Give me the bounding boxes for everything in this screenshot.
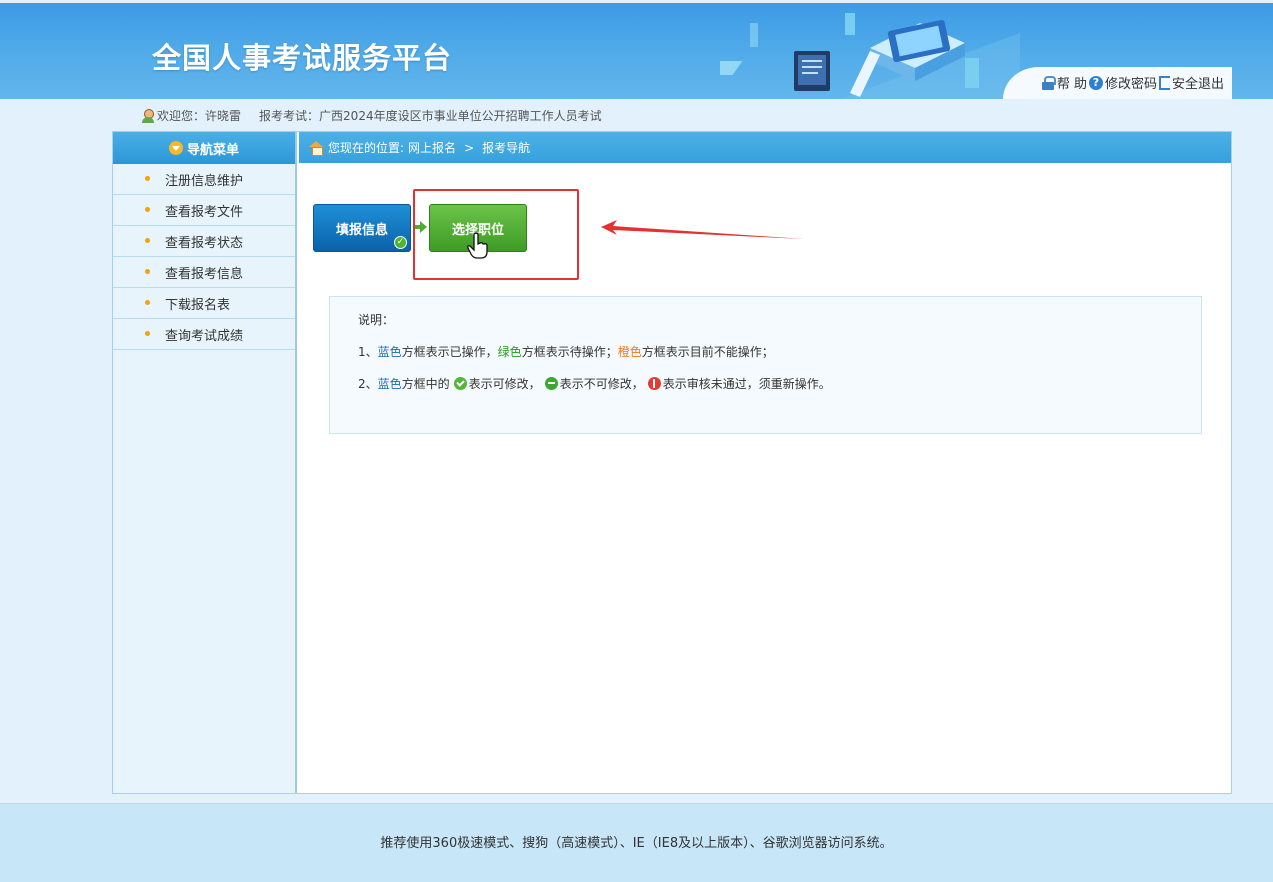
instruction-line-1: 1、 蓝色 方框表示已操作， 绿色 方框表示待操作； 橙色 方框表示目前不能操作… bbox=[358, 343, 1201, 360]
top-links: 帮 助 ? 修改密码 安全退出 bbox=[1002, 67, 1232, 99]
instruction-text: 方框表示目前不能操作； bbox=[641, 345, 774, 359]
main-panel: 您现在的位置: 网上报名 > 报考导航 填报信息 ✓ 选择职位 说明： 1、 蓝 bbox=[299, 132, 1231, 793]
logout-link[interactable]: 安全退出 bbox=[1158, 73, 1224, 92]
exam-label: 报考考试： bbox=[259, 109, 320, 123]
rejected-alert-icon bbox=[647, 377, 661, 390]
blue-word: 蓝色 bbox=[377, 377, 402, 391]
chevron-down-icon bbox=[168, 141, 183, 155]
site-title: 全国人事考试服务平台 bbox=[152, 41, 453, 75]
highlight-box bbox=[413, 189, 579, 280]
help-link[interactable]: 帮 助 bbox=[1041, 73, 1087, 92]
instruction-text: 方框表示已操作， bbox=[401, 345, 498, 359]
lock-icon bbox=[1041, 75, 1056, 90]
step-fill-info-button[interactable]: 填报信息 ✓ bbox=[313, 204, 411, 252]
annotation-arrow bbox=[601, 220, 804, 239]
step-fill-info-label: 填报信息 bbox=[335, 222, 388, 238]
header: 全国人事考试服务平台 帮 助 ? 修改密码 安全退出 bbox=[0, 3, 1273, 99]
browser-recommendation: 推荐使用360极速模式、搜狗（高速模式）、IE（IE8及以上版本）、谷歌浏览器访… bbox=[380, 836, 893, 851]
sidebar-item-exam-scores[interactable]: 查询考试成绩 bbox=[113, 319, 295, 350]
sidebar-title: 导航菜单 bbox=[186, 142, 239, 158]
breadcrumb-online-registration[interactable]: 网上报名 bbox=[408, 139, 456, 156]
exit-icon bbox=[1158, 75, 1170, 90]
check-icon: ✓ bbox=[394, 236, 407, 249]
sidebar-item-application-status[interactable]: 查看报考状态 bbox=[113, 226, 295, 257]
sidebar-item-label: 查询考试成绩 bbox=[165, 328, 244, 344]
bullet-icon bbox=[145, 269, 150, 274]
not-editable-minus-icon bbox=[544, 377, 558, 390]
footer: 推荐使用360极速模式、搜狗（高速模式）、IE（IE8及以上版本）、谷歌浏览器访… bbox=[0, 803, 1273, 882]
instructions-panel: 说明： 1、 蓝色 方框表示已操作， 绿色 方框表示待操作； 橙色 方框表示目前… bbox=[329, 296, 1202, 434]
instruction-text: 方框表示待操作； bbox=[521, 345, 618, 359]
green-word: 绿色 bbox=[497, 345, 522, 359]
breadcrumb-current: 报考导航 bbox=[482, 141, 531, 155]
bullet-icon bbox=[145, 238, 150, 243]
nav-menu: 注册信息维护 查看报考文件 查看报考状态 查看报考信息 下载报名表 查询考试成绩 bbox=[113, 164, 295, 350]
line-number: 2、 bbox=[358, 377, 378, 391]
sidebar-item-download-form[interactable]: 下载报名表 bbox=[113, 288, 295, 319]
logout-label: 安全退出 bbox=[1171, 77, 1224, 92]
sidebar-item-label: 下载报名表 bbox=[165, 297, 231, 313]
blue-word: 蓝色 bbox=[377, 345, 402, 359]
instruction-text: 方框中的 bbox=[401, 377, 450, 391]
sidebar-item-label: 查看报考文件 bbox=[165, 204, 244, 220]
instruction-line-2: 2、 蓝色 方框中的 表示可修改， 表示不可修改， 表示审核未通过，须重新操作。 bbox=[358, 375, 1201, 392]
sidebar-item-application-info[interactable]: 查看报考信息 bbox=[113, 257, 295, 288]
instruction-text: 表示审核未通过，须重新操作。 bbox=[662, 377, 831, 391]
instruction-text: 表示不可修改， bbox=[559, 377, 644, 391]
line-number: 1、 bbox=[358, 345, 378, 359]
header-illustration bbox=[720, 13, 1020, 99]
help-link-label: 帮 助 bbox=[1056, 77, 1087, 92]
bullet-icon bbox=[145, 207, 150, 212]
question-icon: ? bbox=[1088, 75, 1103, 90]
breadcrumb-prefix: 您现在的位置: bbox=[328, 141, 405, 155]
sidebar: 导航菜单 注册信息维护 查看报考文件 查看报考状态 查看报考信息 下载报名表 查… bbox=[113, 132, 297, 793]
user-info-bar: 欢迎您： 许晓雷 报考考试： 广西2024年度设区市事业单位公开招聘工作人员考试 bbox=[112, 101, 1232, 130]
breadcrumb: 您现在的位置: 网上报名 > 报考导航 bbox=[299, 132, 1231, 163]
sidebar-item-label: 注册信息维护 bbox=[165, 173, 244, 189]
breadcrumb-separator: > bbox=[464, 140, 475, 155]
sidebar-item-exam-documents[interactable]: 查看报考文件 bbox=[113, 195, 295, 226]
change-password-link[interactable]: ? 修改密码 bbox=[1088, 73, 1157, 92]
sidebar-item-label: 查看报考信息 bbox=[165, 266, 244, 282]
user-name: 许晓雷 bbox=[205, 109, 242, 123]
instruction-text: 表示可修改， bbox=[468, 377, 541, 391]
bullet-icon bbox=[145, 331, 150, 336]
welcome-label: 欢迎您： bbox=[157, 109, 206, 123]
sidebar-item-label: 查看报考状态 bbox=[165, 235, 244, 251]
orange-word: 橙色 bbox=[617, 345, 642, 359]
user-icon bbox=[142, 108, 154, 123]
sidebar-header: 导航菜单 bbox=[113, 132, 295, 164]
bullet-icon bbox=[145, 176, 150, 181]
editable-check-icon bbox=[453, 377, 467, 390]
sidebar-item-registration-info[interactable]: 注册信息维护 bbox=[113, 164, 295, 195]
exam-name: 广西2024年度设区市事业单位公开招聘工作人员考试 bbox=[319, 109, 602, 123]
change-password-label: 修改密码 bbox=[1104, 77, 1157, 92]
instructions-title: 说明： bbox=[358, 313, 395, 327]
content-frame: 导航菜单 注册信息维护 查看报考文件 查看报考状态 查看报考信息 下载报名表 查… bbox=[112, 131, 1232, 794]
home-icon bbox=[309, 141, 324, 156]
bullet-icon bbox=[145, 300, 150, 305]
